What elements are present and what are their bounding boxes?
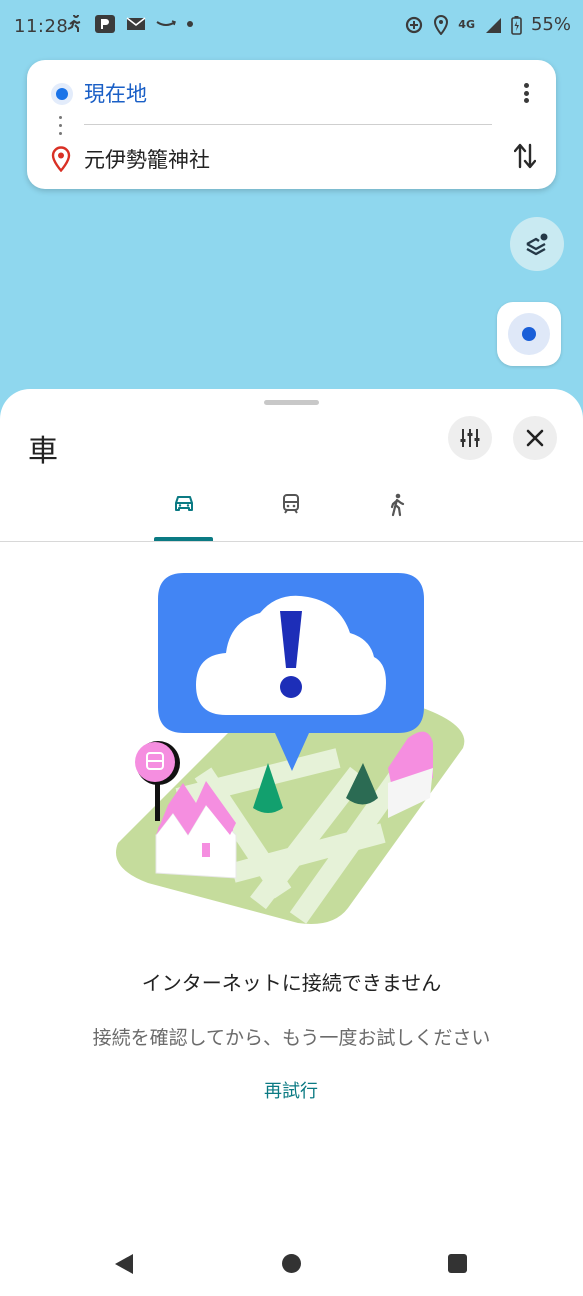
battery-percent: 55% (530, 14, 571, 35)
tune-icon (460, 429, 480, 447)
tab-transit[interactable] (261, 485, 321, 542)
origin-dot-icon (51, 83, 73, 105)
route-options-button[interactable] (448, 416, 492, 460)
notification-icons (66, 14, 194, 34)
route-connector (59, 116, 63, 138)
error-message: 接続を確認してから、もう一度お試しください (92, 1027, 491, 1049)
mail-icon (126, 17, 146, 30)
destination-field[interactable]: 元伊勢籠神社 (84, 144, 210, 174)
signal-icon (485, 17, 501, 33)
system-icons: 4G 55% (404, 14, 571, 35)
destination-pin-icon (51, 146, 71, 172)
more-options-button[interactable] (514, 80, 538, 106)
status-bar: 11:28 4G 55% (0, 0, 583, 56)
network-type: 4G (458, 18, 475, 31)
route-card: 現在地 元伊勢籠神社 (27, 60, 556, 189)
sheet-title: 車 (28, 434, 58, 469)
travel-mode-tabs (0, 485, 583, 542)
origin-field[interactable]: 現在地 (84, 78, 147, 108)
swap-direction-icon[interactable] (514, 142, 536, 170)
my-location-button[interactable] (497, 302, 561, 366)
my-location-icon (508, 313, 550, 355)
amazon-icon (156, 20, 176, 26)
sheet-drag-handle[interactable] (264, 400, 319, 405)
maps-screen: 11:28 4G 55% 現在地 元伊勢籠神社 車 インターネットに接続できませ… (0, 0, 583, 1296)
location-icon (434, 14, 449, 35)
offline-illustration (116, 573, 465, 924)
car-icon (175, 496, 193, 511)
status-time: 11:28 (14, 16, 69, 37)
tab-walk[interactable] (367, 485, 427, 542)
home-icon[interactable] (282, 1254, 301, 1273)
transit-icon (283, 494, 299, 514)
walk-icon (390, 493, 405, 517)
running-icon (67, 15, 81, 32)
layers-icon (526, 233, 548, 256)
close-icon (526, 429, 544, 447)
system-nav-bar (0, 1230, 583, 1296)
selected-tab-indicator (154, 537, 213, 541)
recents-icon[interactable] (448, 1254, 467, 1273)
layers-button[interactable] (510, 217, 564, 271)
route-divider (84, 124, 492, 125)
error-title: インターネットに接続できません (141, 971, 442, 995)
battery-icon (511, 15, 522, 35)
data-saver-icon (406, 16, 423, 33)
directions-sheet: 車 インターネットに接続できません 接続を確認してから、もう一度お試しください … (0, 389, 583, 1296)
more-notifications-dot-icon (187, 21, 193, 27)
close-button[interactable] (513, 416, 557, 460)
back-icon[interactable] (113, 1253, 135, 1275)
tab-car[interactable] (154, 485, 214, 542)
paypay-icon (95, 15, 115, 33)
retry-button[interactable]: 再試行 (241, 1077, 341, 1103)
